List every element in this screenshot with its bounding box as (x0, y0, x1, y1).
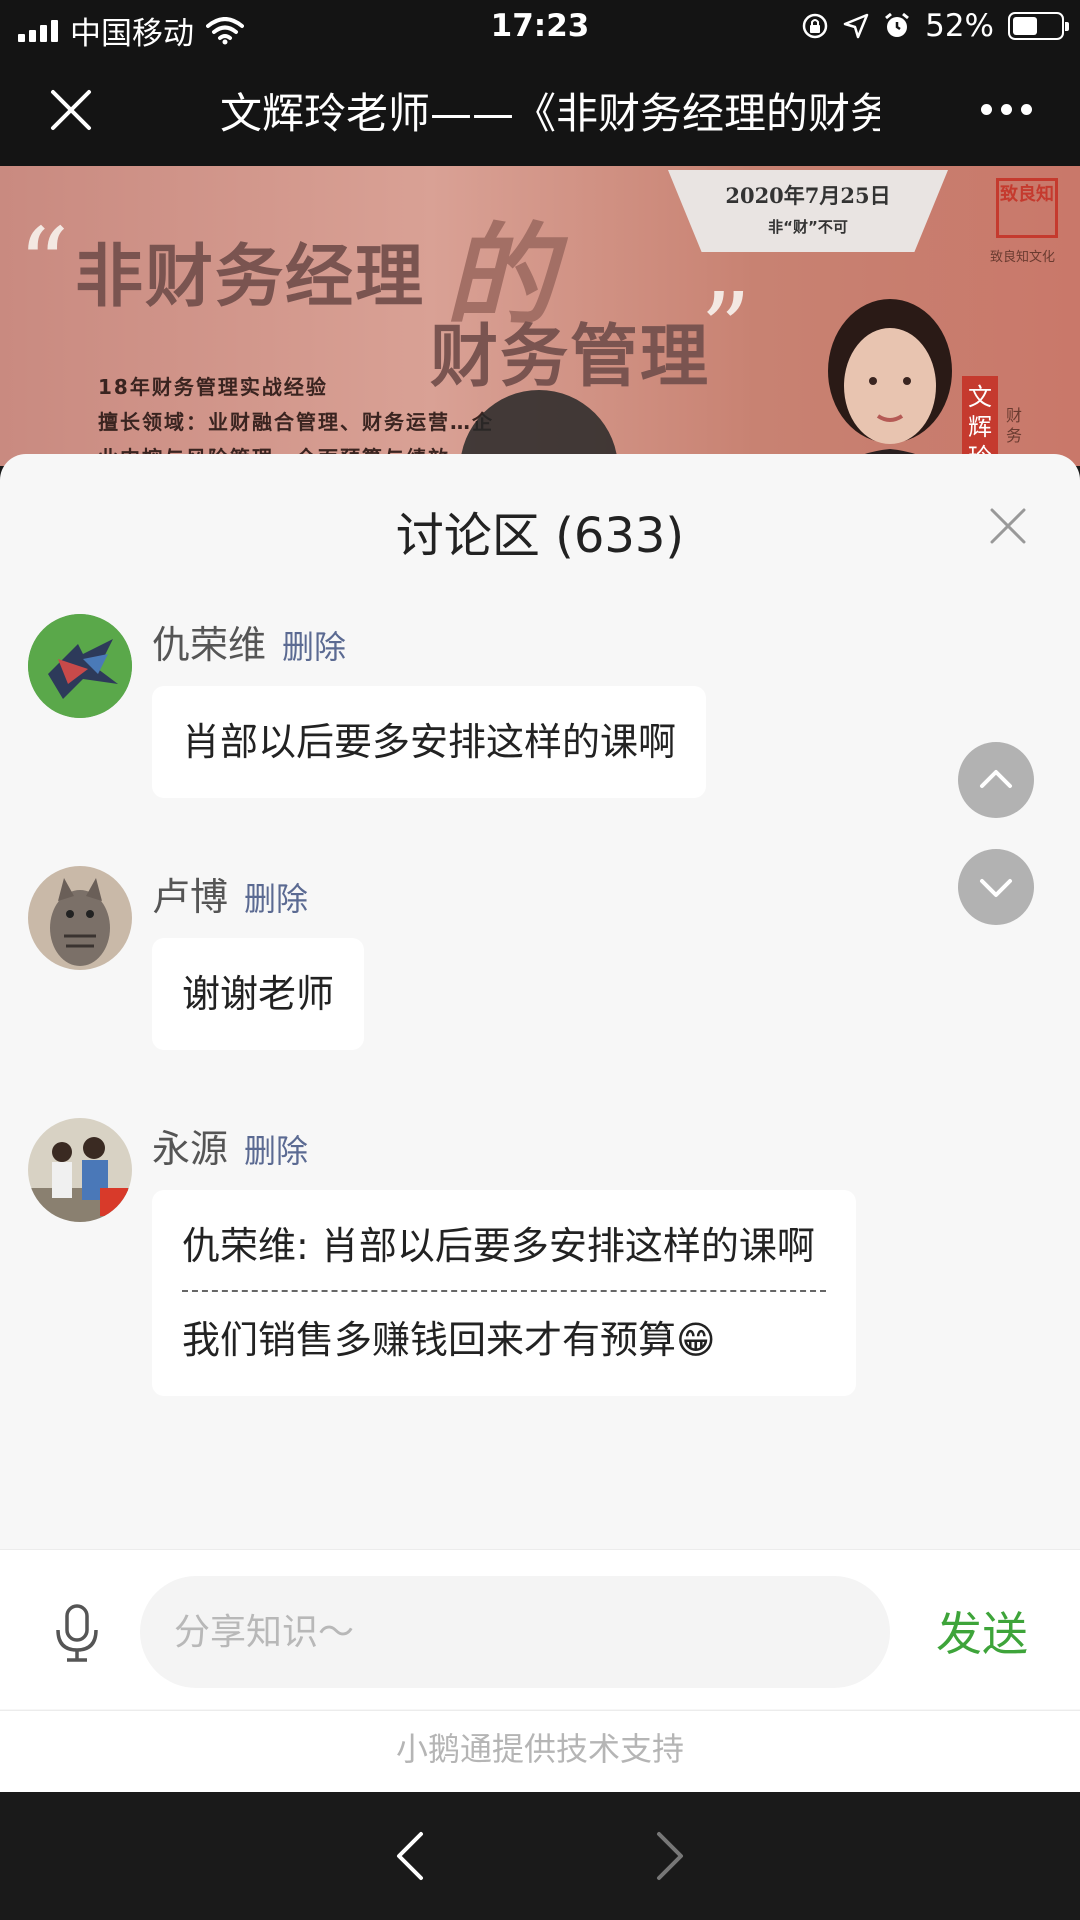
microphone-icon[interactable] (52, 1604, 102, 1662)
banner-date-tag: 2020年7月25日 非“财”不可 (668, 170, 948, 252)
quoted-text: 仇荣维: 肖部以后要多安排这样的课啊 (182, 1224, 815, 1268)
course-banner[interactable]: “ 非财务经理 的 财务管理 ” 2020年7月25日 非“财”不可 致良知 致… (0, 166, 1080, 466)
battery-icon (1008, 12, 1069, 40)
comment-author: 永源 删除 (152, 1118, 308, 1173)
comment-bubble: 仇荣维: 肖部以后要多安排这样的课啊 我们销售多赚钱回来才有预算😁 (152, 1190, 856, 1396)
lock-rotation-icon (802, 13, 828, 39)
alarm-icon (885, 12, 910, 37)
back-arrow-icon[interactable] (385, 1828, 435, 1884)
comment-author-name: 仇荣维 (152, 623, 267, 667)
comment-bubble: 肖部以后要多安排这样的课啊 (152, 686, 707, 798)
close-icon[interactable] (988, 506, 1028, 546)
send-button[interactable]: 发送 (936, 1598, 1028, 1664)
battery-fill (1013, 17, 1037, 35)
avatar[interactable] (28, 614, 132, 718)
banner-title-part2: 财务管理 (430, 318, 711, 397)
browser-bottom-nav (0, 1792, 1080, 1920)
banner-quote-close: ” (700, 271, 752, 388)
comment-input[interactable] (140, 1576, 890, 1688)
location-icon (843, 13, 869, 39)
comment-author-name: 永源 (152, 1127, 229, 1171)
page-title: 文辉玲老师——《非财务经理的财务管理》 (220, 89, 880, 138)
comment-author-name: 卢博 (152, 875, 229, 919)
avatar[interactable] (28, 1118, 132, 1222)
brand-seal-logo: 致良知 (996, 178, 1058, 238)
reply-text: 我们销售多赚钱回来才有预算😁 (182, 1318, 716, 1362)
status-right: 52% (801, 8, 1069, 44)
scroll-up-icon (980, 770, 1012, 788)
scroll-down-icon (980, 879, 1012, 897)
status-bar: 中国移动 17:23 52% (0, 0, 1080, 54)
comment-author: 仇荣维 删除 (152, 614, 346, 669)
comment-author: 卢博 删除 (152, 866, 308, 921)
discussion-title: 讨论区 (633) (395, 508, 685, 564)
title-bar: 文辉玲老师——《非财务经理的财务管理》 (0, 54, 1080, 166)
comment-input-bar: 发送 (0, 1549, 1080, 1709)
banner-quote-open: “ (18, 206, 70, 323)
teacher-name-ribbon: 文辉玲 (962, 376, 998, 466)
banner-title-part1: 非财务经理 (75, 238, 426, 317)
powered-by-label: 小鹅通提供技术支持 (0, 1710, 1080, 1792)
banner-expertise: 擅长领域：业财融合管理、财务运营…企 (98, 410, 494, 434)
more-icon[interactable] (981, 104, 1032, 115)
delete-link[interactable]: 删除 (244, 880, 308, 918)
avatar[interactable] (28, 866, 132, 970)
scroll-down-button[interactable] (958, 849, 1034, 925)
banner-brand: 致良知文化 (990, 250, 1056, 265)
comment-bubble: 谢谢老师 (152, 938, 365, 1050)
banner-experience: 18年财务管理实战经验 (98, 375, 328, 399)
teacher-portrait (828, 299, 952, 466)
banner-slogan: 非“财”不可 (768, 218, 848, 236)
scroll-up-button[interactable] (958, 742, 1034, 818)
quote-divider (182, 1290, 826, 1292)
banner-date: 2020年7月25日 (725, 183, 891, 208)
forward-arrow-icon[interactable] (645, 1828, 695, 1884)
teacher-title-ribbon: 财务 (1006, 406, 1023, 445)
delete-link[interactable]: 删除 (282, 628, 346, 666)
close-icon[interactable] (48, 87, 94, 133)
delete-link[interactable]: 删除 (244, 1132, 308, 1170)
battery-percent: 52% (925, 8, 994, 44)
